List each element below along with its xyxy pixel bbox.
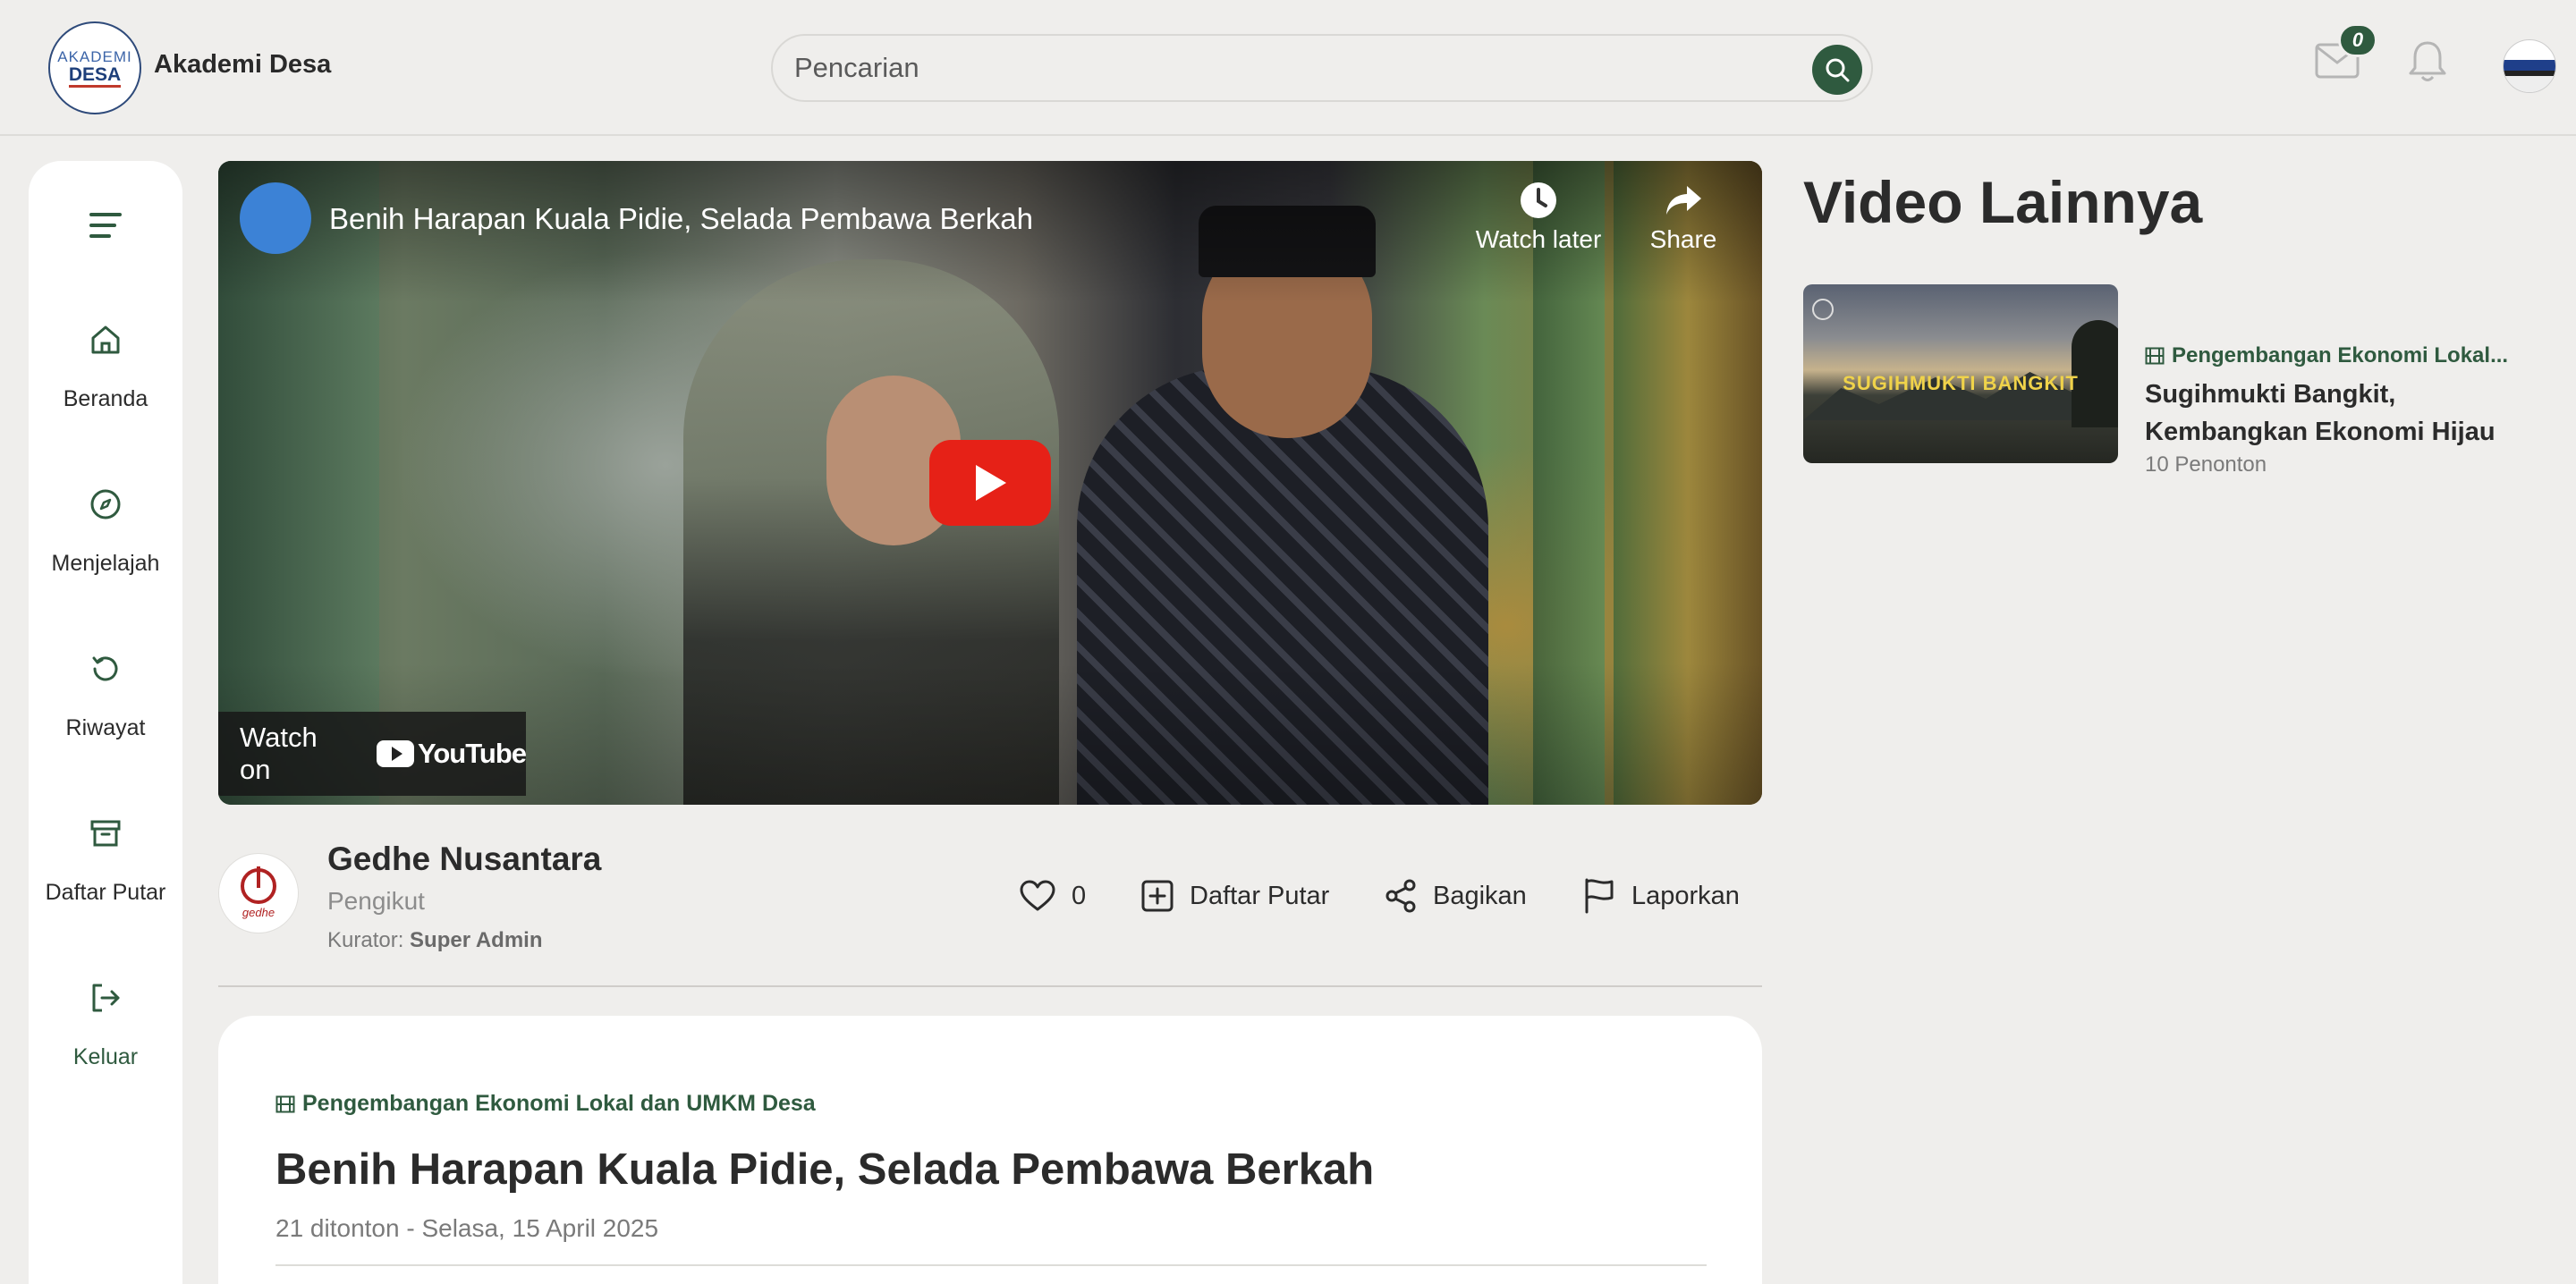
more-videos-heading: Video Lainnya [1803,169,2203,235]
divider [275,1264,1707,1266]
playlist-label: Daftar Putar [1190,881,1330,910]
sidebar-item-label: Beranda [63,386,148,411]
sidebar-item-keluar[interactable]: Keluar [29,982,182,1116]
heart-icon [1020,880,1055,911]
curator-label: Kurator: [327,928,404,952]
akademi-desa-logo[interactable]: AKADEMI DESA [48,21,141,114]
share-label: Share [1649,225,1717,253]
clock-icon [1521,182,1556,218]
plus-square-icon [1141,880,1174,912]
category-label: Pengembangan Ekonomi Lokal dan UMKM Desa [302,1091,816,1116]
logout-icon [92,984,120,1012]
sidebar-item-label: Daftar Putar [45,880,166,905]
related-video-category[interactable]: Pengembangan Ekonomi Lokal... [2145,343,2508,368]
video-player[interactable]: Benih Harapan Kuala Pidie, Selada Pembaw… [218,161,1762,805]
sidebar-item-riwayat[interactable]: Riwayat [29,653,182,787]
like-button[interactable]: 0 [1020,878,1086,914]
compass-icon [90,489,121,520]
youtube-wordmark: YouTube [418,738,527,769]
youtube-logo: YouTube [377,738,527,770]
menu-icon[interactable] [89,211,122,240]
sidebar-item-daftar-putar[interactable]: Daftar Putar [29,817,182,951]
sidebar-item-label: Menjelajah [51,551,160,576]
seal-icon [1812,299,1834,320]
curator-name: Super Admin [410,928,543,952]
video-title: Benih Harapan Kuala Pidie, Selada Pembaw… [275,1145,1375,1194]
bell-icon[interactable] [2408,39,2447,84]
search-button[interactable] [1812,45,1862,95]
history-icon [92,656,118,681]
brand-name[interactable]: Akademi Desa [154,50,331,80]
related-video-title[interactable]: Sugihmukti Bangkit, Kembangkan Ekonomi H… [2145,376,2538,451]
share-button[interactable]: Bagikan [1385,878,1527,914]
watch-on-label: Watch on [240,722,318,785]
power-logo-icon [241,866,276,904]
related-video-category-label: Pengembangan Ekonomi Lokal... [2172,343,2509,367]
search-icon [1826,58,1850,82]
flag-icon [1585,878,1614,914]
watch-later-button[interactable]: Watch later [1467,181,1610,254]
youtube-share-button[interactable]: Share [1612,181,1755,254]
home-icon [91,325,120,354]
user-avatar[interactable] [2503,39,2556,93]
search-input[interactable] [794,48,1760,88]
search-bar [771,34,1873,102]
share-arrow-icon [1666,186,1701,215]
video-meta: 21 ditonton - Selasa, 15 April 2025 [275,1214,659,1242]
sidebar: Beranda Menjelajah Riwayat Daftar Putar … [29,161,182,1284]
watch-later-label: Watch later [1475,225,1602,253]
play-button[interactable] [929,440,1051,526]
curator-info: Kurator: Super Admin [327,928,543,953]
video-info-card: Pengembangan Ekonomi Lokal dan UMKM Desa… [218,1016,1762,1284]
top-header: AKADEMI DESA Akademi Desa 0 [0,0,2576,136]
channel-avatar[interactable]: gedhe [218,853,299,933]
channel-name[interactable]: Gedhe Nusantara [327,841,601,878]
add-to-playlist-button[interactable]: Daftar Putar [1141,878,1329,914]
youtube-video-title[interactable]: Benih Harapan Kuala Pidie, Selada Pembaw… [329,202,1033,236]
channel-avatar-text: gedhe [242,905,275,919]
logo-line2: DESA [68,64,122,88]
sidebar-item-beranda[interactable]: Beranda [29,324,182,458]
watch-on-youtube-button[interactable]: Watch on YouTube [218,712,527,796]
thumbnail-title: SUGIHMUKTI BANGKIT [1843,372,2079,394]
film-icon [275,1095,295,1112]
sidebar-item-label: Riwayat [65,715,146,740]
youtube-channel-avatar[interactable] [240,182,311,254]
share-label: Bagikan [1433,881,1527,910]
film-icon [2145,347,2165,365]
related-video-thumbnail[interactable]: SUGIHMUKTI BANGKIT [1803,284,2118,463]
sidebar-item-label: Keluar [72,1044,139,1069]
related-video-views: 10 Penonton [2145,452,2267,477]
like-count: 0 [1072,881,1087,910]
category-tag[interactable]: Pengembangan Ekonomi Lokal dan UMKM Desa [275,1091,816,1117]
report-label: Laporkan [1631,881,1740,910]
report-button[interactable]: Laporkan [1583,878,1740,914]
channel-followers: Pengikut [327,887,425,915]
logo-line1: AKADEMI [57,47,132,65]
mail-count-badge: 0 [2338,23,2377,57]
share-icon [1385,879,1416,913]
play-icon [976,465,1006,501]
sidebar-item-menjelajah[interactable]: Menjelajah [29,488,182,622]
divider [218,985,1762,987]
archive-icon [90,820,121,847]
